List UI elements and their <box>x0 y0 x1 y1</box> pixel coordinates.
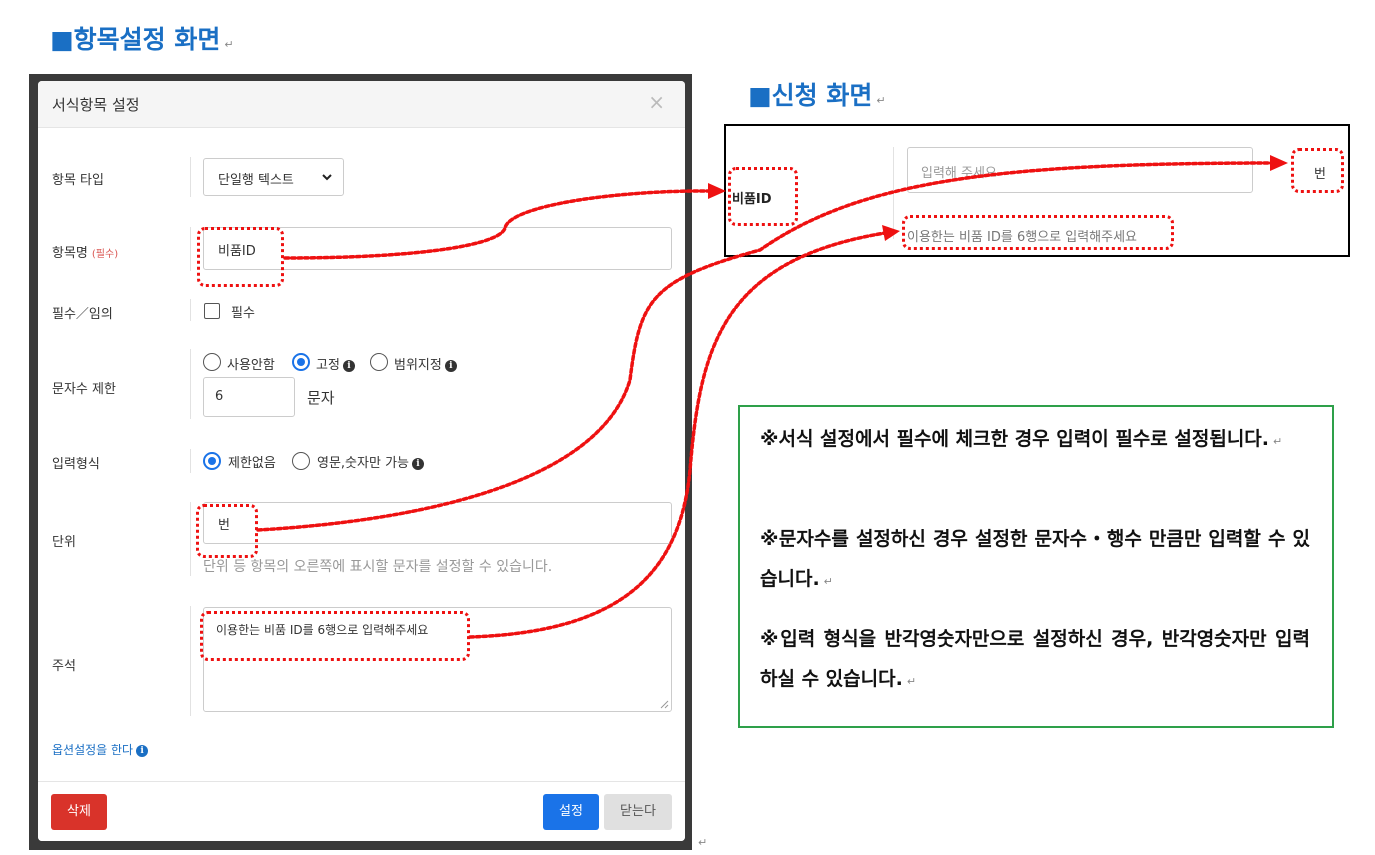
arrow-item-name <box>283 189 714 260</box>
arrowhead-icon <box>1270 155 1288 171</box>
arrowhead-icon <box>708 183 726 199</box>
arrow-annotation <box>468 231 887 639</box>
arrow-unit <box>256 161 1277 532</box>
connector-arrows <box>256 155 1288 639</box>
arrowhead-icon <box>882 225 900 241</box>
